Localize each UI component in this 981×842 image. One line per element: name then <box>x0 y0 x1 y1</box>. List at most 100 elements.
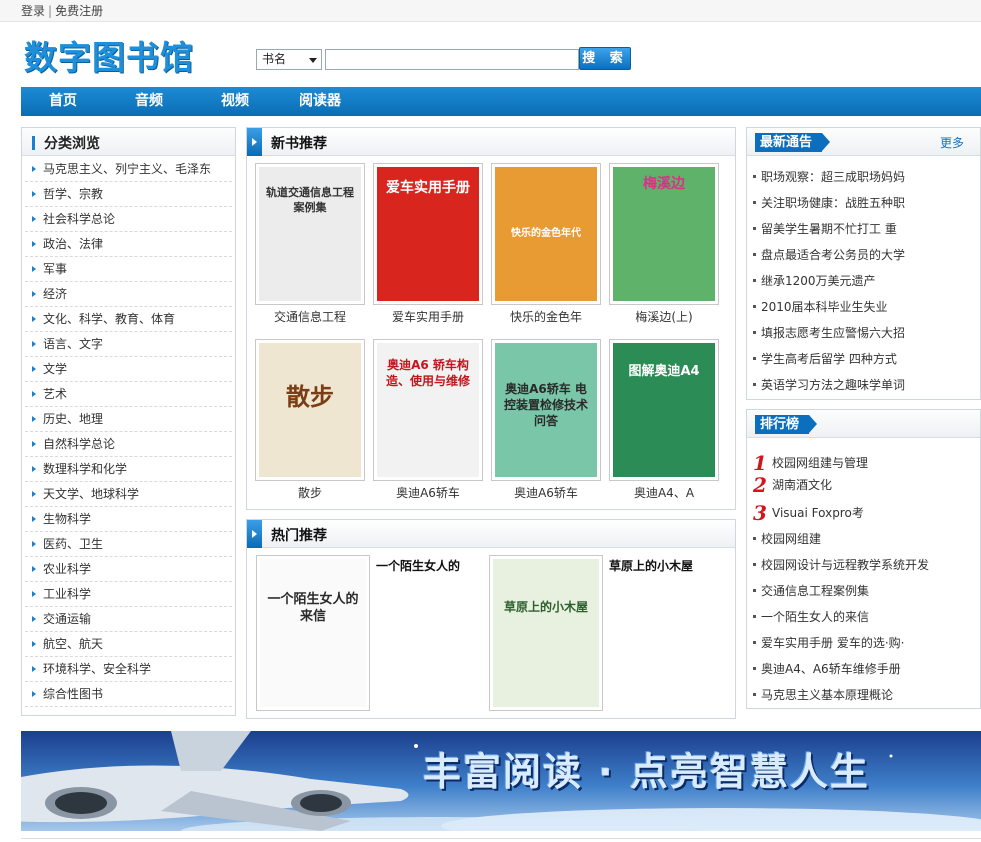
category-label: 军事 <box>43 262 68 276</box>
chevron-down-icon <box>309 58 317 63</box>
category-item[interactable]: 军事 <box>25 257 232 282</box>
book-card[interactable]: 奥迪A6轿车 电控装置检修技术问答 奥迪A6轿车 <box>491 339 601 501</box>
ranking-item-label: 校园网设计与远程教学系统开发 <box>761 558 930 572</box>
category-item[interactable]: 艺术 <box>25 382 232 407</box>
book-cover[interactable]: 散步 <box>255 339 365 481</box>
search-type-select[interactable]: 书名 <box>256 49 322 70</box>
book-name[interactable]: 奥迪A6轿车 <box>491 484 601 501</box>
book-name[interactable]: 爱车实用手册 <box>373 308 483 325</box>
category-item[interactable]: 历史、地理 <box>25 407 232 432</box>
book-name[interactable]: 梅溪边(上) <box>609 308 719 325</box>
category-panel: 分类浏览 马克思主义、列宁主义、毛泽东 哲学、宗教 社会科学总论 政治、法律 军… <box>21 127 236 716</box>
category-item[interactable]: 生物科学 <box>25 507 232 532</box>
category-item[interactable]: 政治、法律 <box>25 232 232 257</box>
news-item[interactable]: 英语学习方法之趣味学单词 <box>747 372 980 398</box>
book-card[interactable]: 散步 散步 <box>255 339 365 501</box>
category-item[interactable]: 数理科学和化学 <box>25 457 232 482</box>
login-link[interactable]: 登录 <box>21 4 45 18</box>
ranking-item[interactable]: 校园网设计与远程教学系统开发 <box>747 552 980 578</box>
nav-video[interactable]: 视频 <box>221 87 249 116</box>
site-logo[interactable]: 数字图书馆 <box>24 36 214 80</box>
ranking-item[interactable]: 2 湖南酒文化 <box>747 474 980 500</box>
book-cover[interactable]: 图解奥迪A4 <box>609 339 719 481</box>
book-cover[interactable]: 快乐的金色年代 <box>491 163 601 305</box>
book-cover-image: 一个陌生女人的来信 <box>260 559 366 707</box>
ranking-item[interactable]: 1 校园网组建与管理 <box>747 452 980 474</box>
top-bar: 登录 | 免费注册 <box>0 0 981 22</box>
ranking-item[interactable]: 奥迪A4、A6轿车维修手册 <box>747 656 980 682</box>
book-cover[interactable]: 爱车实用手册 <box>373 163 483 305</box>
news-item[interactable]: 学生高考后留学 四种方式 <box>747 346 980 372</box>
search-button[interactable]: 搜 索 <box>579 47 631 70</box>
book-card[interactable]: 爱车实用手册 爱车实用手册 <box>373 163 483 325</box>
ranking-item[interactable]: 3 Visuai Foxpro考 <box>747 500 980 526</box>
ranking-item[interactable]: 交通信息工程案例集 <box>747 578 980 604</box>
book-name[interactable]: 奥迪A6轿车 <box>373 484 483 501</box>
category-item[interactable]: 农业科学 <box>25 557 232 582</box>
nav-reader[interactable]: 阅读器 <box>299 87 341 116</box>
bullet-icon <box>753 279 756 282</box>
category-item[interactable]: 交通运输 <box>25 607 232 632</box>
category-item[interactable]: 航空、航天 <box>25 632 232 657</box>
triangle-bullet-icon <box>32 266 36 272</box>
book-card[interactable]: 梅溪边 梅溪边(上) <box>609 163 719 325</box>
news-item[interactable]: 留美学生暑期不忙打工 重 <box>747 216 980 242</box>
news-item[interactable]: 关注职场健康：战胜五种职 <box>747 190 980 216</box>
category-item[interactable]: 自然科学总论 <box>25 432 232 457</box>
category-item[interactable]: 哲学、宗教 <box>25 182 232 207</box>
nav-home[interactable]: 首页 <box>49 87 77 116</box>
category-label: 工业科学 <box>43 587 92 601</box>
book-card[interactable]: 奥迪A6 轿车构造、使用与维修 奥迪A6轿车 <box>373 339 483 501</box>
book-cover-image: 奥迪A6 轿车构造、使用与维修 <box>377 343 479 477</box>
category-label: 自然科学总论 <box>43 437 116 451</box>
book-card[interactable]: 轨道交通信息工程案例集 交通信息工程 <box>255 163 365 325</box>
ranking-item[interactable]: 一个陌生女人的来信 <box>747 604 980 630</box>
news-item-label: 填报志愿考生应警惕六大招 <box>761 326 906 340</box>
book-name[interactable]: 一个陌生女人的 <box>376 557 460 574</box>
new-books-header: 新书推荐 <box>247 128 735 156</box>
category-item[interactable]: 综合性图书 <box>25 682 232 707</box>
news-item[interactable]: 填报志愿考生应警惕六大招 <box>747 320 980 346</box>
ranking-item[interactable]: 校园网组建 <box>747 526 980 552</box>
news-item[interactable]: 职场观察：超三成职场妈妈 <box>747 164 980 190</box>
register-link[interactable]: 免费注册 <box>55 4 103 18</box>
category-label: 农业科学 <box>43 562 92 576</box>
book-cover[interactable]: 轨道交通信息工程案例集 <box>255 163 365 305</box>
news-more-link[interactable]: 更多 <box>940 134 964 151</box>
book-cover[interactable]: 草原上的小木屋 <box>489 555 603 711</box>
category-item[interactable]: 天文学、地球科学 <box>25 482 232 507</box>
category-item[interactable]: 工业科学 <box>25 582 232 607</box>
book-cover[interactable]: 一个陌生女人的来信 <box>256 555 370 711</box>
book-name[interactable]: 快乐的金色年 <box>491 308 601 325</box>
book-cover[interactable]: 梅溪边 <box>609 163 719 305</box>
book-cover[interactable]: 奥迪A6轿车 电控装置检修技术问答 <box>491 339 601 481</box>
book-cover-image: 草原上的小木屋 <box>493 559 599 707</box>
ranking-item[interactable]: 马克思主义基本原理概论 <box>747 682 980 708</box>
category-item[interactable]: 文化、科学、教育、体育 <box>25 307 232 332</box>
ranking-panel: 排行榜 1 校园网组建与管理 2 湖南酒文化 3 Visuai Foxpro考 校园网… <box>746 409 981 709</box>
category-item[interactable]: 环境科学、安全科学 <box>25 657 232 682</box>
category-item[interactable]: 经济 <box>25 282 232 307</box>
book-card[interactable]: 快乐的金色年代 快乐的金色年 <box>491 163 601 325</box>
category-item[interactable]: 社会科学总论 <box>25 207 232 232</box>
bullet-icon <box>753 227 756 230</box>
book-name[interactable]: 散步 <box>255 484 365 501</box>
category-item[interactable]: 语言、文字 <box>25 332 232 357</box>
book-name[interactable]: 交通信息工程 <box>255 308 365 325</box>
category-item[interactable]: 医药、卫生 <box>25 532 232 557</box>
category-label: 综合性图书 <box>43 687 104 701</box>
category-item[interactable]: 文学 <box>25 357 232 382</box>
category-item[interactable]: 马克思主义、列宁主义、毛泽东 <box>25 157 232 182</box>
book-cover[interactable]: 奥迪A6 轿车构造、使用与维修 <box>373 339 483 481</box>
ranking-item[interactable]: 爱车实用手册 爱车的选·购· <box>747 630 980 656</box>
nav-audio[interactable]: 音频 <box>135 87 163 116</box>
news-item[interactable]: 盘点最适合考公务员的大学 <box>747 242 980 268</box>
book-name[interactable]: 草原上的小木屋 <box>609 557 693 574</box>
search-input[interactable] <box>325 49 579 70</box>
book-name[interactable]: 奥迪A4、A <box>609 484 719 501</box>
news-item[interactable]: 2010届本科毕业生失业 <box>747 294 980 320</box>
news-item[interactable]: 继承1200万美元遗产 <box>747 268 980 294</box>
news-header: 最新通告 更多 <box>747 128 980 156</box>
book-card[interactable]: 图解奥迪A4 奥迪A4、A <box>609 339 719 501</box>
promo-banner[interactable]: 丰富阅读 · 点亮智慧人生 <box>21 731 981 831</box>
